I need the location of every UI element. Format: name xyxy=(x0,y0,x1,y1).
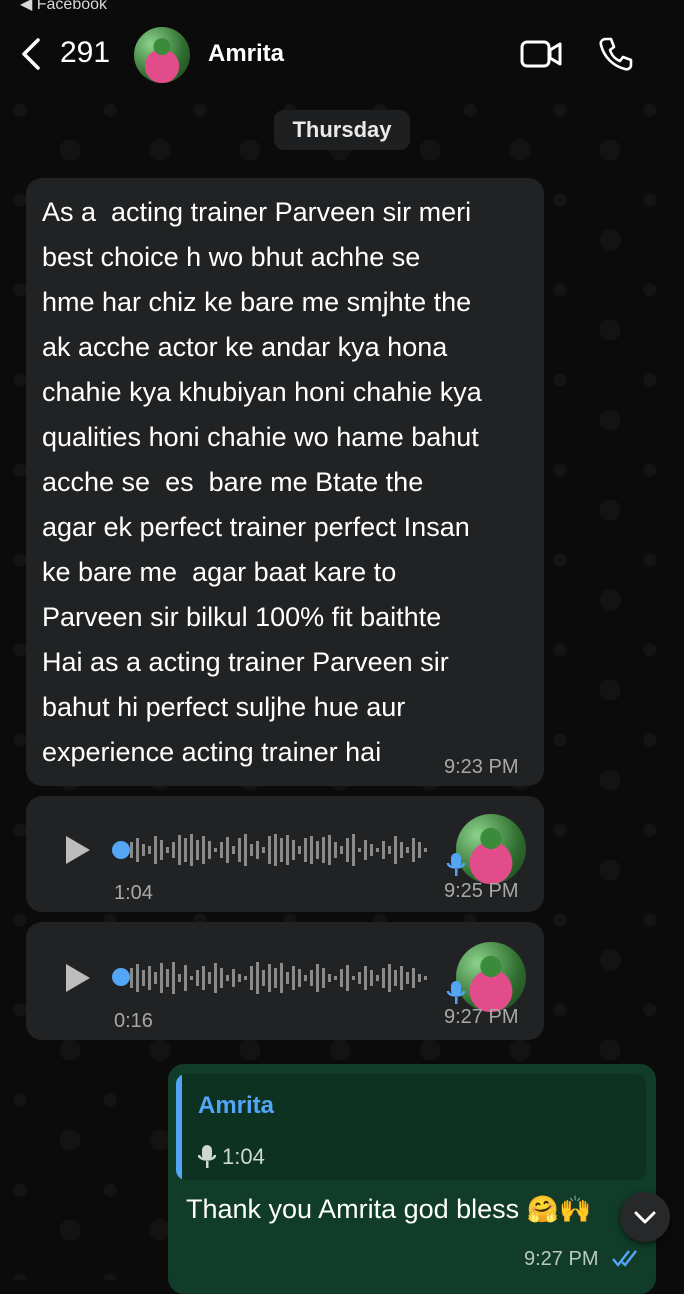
back-to-app-link[interactable]: ◀ Facebook xyxy=(20,0,107,14)
quote-accent-bar xyxy=(176,1074,182,1180)
contact-name[interactable]: Amrita xyxy=(208,40,284,68)
message-time: 9:25 PM xyxy=(444,880,519,902)
playback-position-dot[interactable] xyxy=(112,968,130,986)
quoted-sender-name: Amrita xyxy=(198,1092,275,1119)
incoming-text-bubble[interactable]: As a acting trainer Parveen sir meri bes… xyxy=(26,178,544,786)
video-call-icon[interactable] xyxy=(520,38,562,70)
play-icon[interactable] xyxy=(64,834,92,866)
quoted-voice-duration: 1:04 xyxy=(222,1144,265,1169)
voice-duration: 1:04 xyxy=(114,882,153,904)
outgoing-message-bubble[interactable]: Amrita 1:04 Thank you Amrita god bless 🤗… xyxy=(168,1064,656,1294)
quoted-message[interactable]: Amrita 1:04 xyxy=(176,1074,646,1180)
back-chevron-icon[interactable] xyxy=(18,36,44,72)
sender-avatar xyxy=(456,942,526,1012)
read-receipt-icon xyxy=(612,1250,637,1267)
play-icon[interactable] xyxy=(64,962,92,994)
message-time: 9:27 PM xyxy=(444,1006,519,1028)
message-text: As a acting trainer Parveen sir meri bes… xyxy=(42,197,482,767)
outgoing-message-text: Thank you Amrita god bless 🤗🙌 xyxy=(186,1194,591,1225)
contact-avatar[interactable] xyxy=(134,27,190,83)
waveform[interactable] xyxy=(130,832,430,868)
emoji-icons: 🤗🙌 xyxy=(526,1194,592,1224)
microphone-icon xyxy=(198,1145,216,1168)
voice-duration: 0:16 xyxy=(114,1010,153,1032)
waveform[interactable] xyxy=(130,960,430,996)
outgoing-text: Thank you Amrita god bless xyxy=(186,1194,527,1224)
message-time: 9:27 PM xyxy=(524,1248,599,1270)
chevron-down-icon xyxy=(634,1211,656,1224)
message-time: 9:23 PM xyxy=(444,756,519,778)
chat-header: ◀ Facebook 291 Amrita xyxy=(0,0,684,90)
microphone-icon xyxy=(446,853,466,876)
playback-position-dot[interactable] xyxy=(112,841,130,859)
voice-message-bubble[interactable]: 0:16 9:27 PM xyxy=(26,922,544,1040)
phone-call-icon[interactable] xyxy=(598,36,634,72)
unread-count[interactable]: 291 xyxy=(60,36,110,70)
microphone-icon xyxy=(446,981,466,1004)
sender-avatar xyxy=(456,814,526,884)
voice-message-bubble[interactable]: 1:04 9:25 PM xyxy=(26,796,544,912)
date-separator: Thursday xyxy=(274,110,410,150)
scroll-to-bottom-button[interactable] xyxy=(620,1192,670,1242)
